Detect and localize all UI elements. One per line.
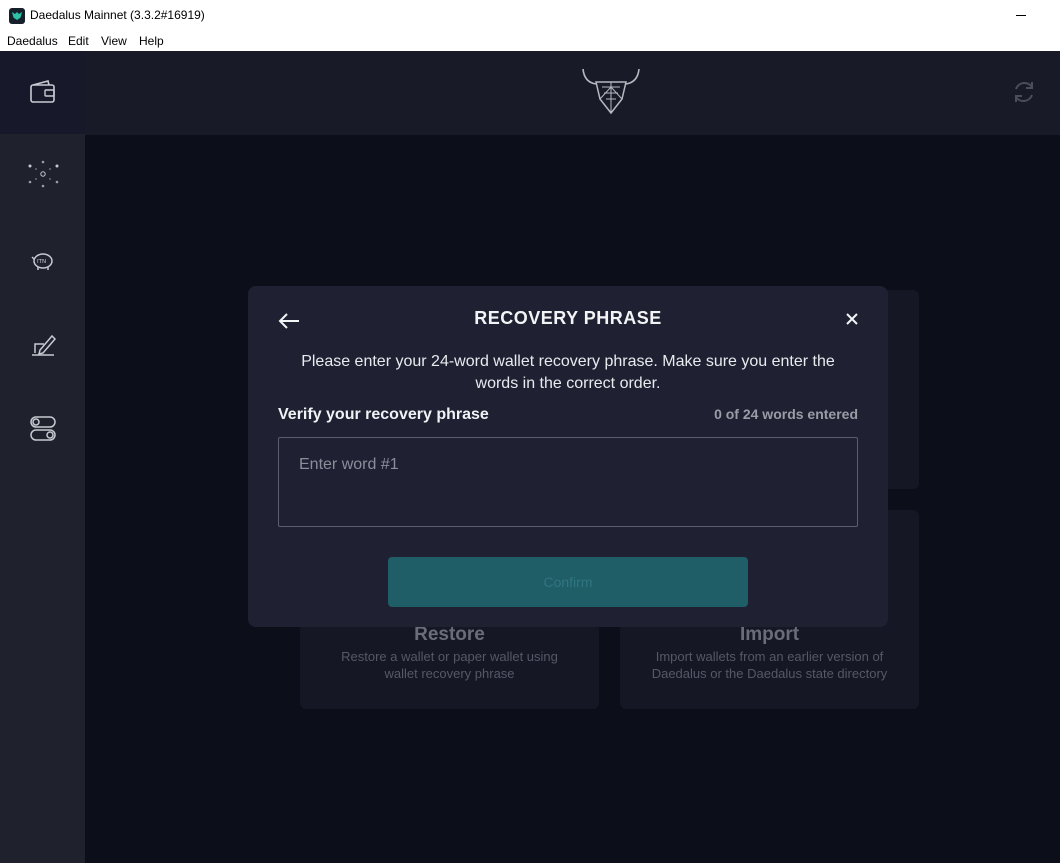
wallet-icon[interactable] [26, 76, 60, 110]
dialog-title: RECOVERY PHRASE [474, 308, 662, 328]
confirm-button[interactable]: Confirm [388, 557, 748, 607]
sync-icon[interactable] [1010, 78, 1038, 106]
top-bar [85, 51, 1060, 135]
recovery-phrase-input[interactable] [299, 454, 839, 476]
recovery-phrase-dialog: RECOVERY PHRASE Please enter your 24-wor… [248, 286, 888, 627]
menu-help[interactable]: Help [139, 34, 164, 48]
menu-bar: Daedalus Edit View Help [0, 31, 1060, 51]
close-icon[interactable] [843, 310, 861, 328]
title-bar: Daedalus Mainnet (3.3.2#16919) [0, 0, 1060, 31]
restore-card-description: Restore a wallet or paper wallet using w… [341, 649, 558, 681]
import-card-title: Import [739, 624, 800, 645]
network-dots-icon[interactable] [26, 157, 60, 191]
settings-toggle-icon[interactable] [26, 411, 60, 445]
itn-piggy-bank-icon[interactable]: ITN [26, 244, 60, 278]
daedalus-logo-icon [580, 65, 642, 117]
window-title: Daedalus Mainnet (3.3.2#16919) [30, 8, 205, 22]
app-area: ITN Restore Restore a wallet or paper wa… [0, 51, 1060, 863]
svg-text:ITN: ITN [37, 259, 46, 265]
dialog-description: Please enter your 24-word wallet recover… [301, 353, 835, 392]
restore-card-title: Restore [414, 624, 485, 645]
import-card-description: Import wallets from an earlier version o… [651, 649, 888, 681]
word-count: 0 of 24 words entered [714, 406, 858, 422]
menu-view[interactable]: View [101, 34, 127, 48]
verify-phrase-label: Verify your recovery phrase [278, 406, 489, 423]
recovery-phrase-box[interactable] [278, 437, 858, 527]
menu-daedalus[interactable]: Daedalus [7, 34, 58, 48]
menu-edit[interactable]: Edit [68, 34, 89, 48]
sidebar: ITN [0, 51, 85, 863]
minimize-button[interactable] [1010, 5, 1032, 25]
voting-sign-icon[interactable] [26, 328, 60, 362]
daedalus-app-icon [9, 8, 25, 24]
